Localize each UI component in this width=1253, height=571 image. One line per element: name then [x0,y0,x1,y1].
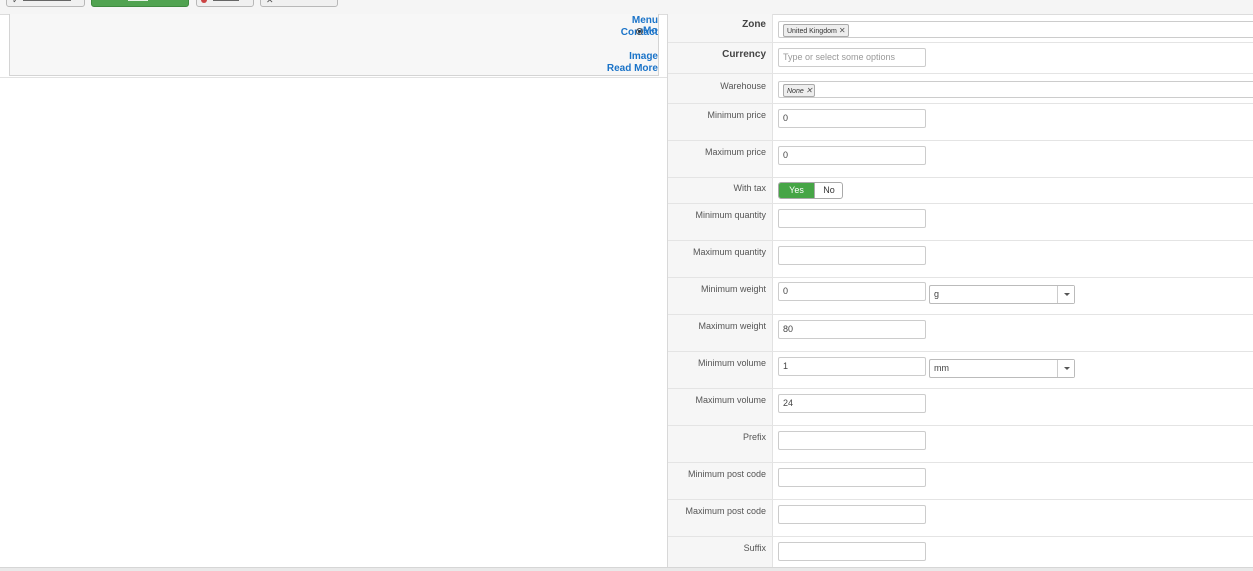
button-label-fragment [128,0,148,1]
prefix-input[interactable] [778,431,926,450]
warehouse-select[interactable]: None ✕ [778,81,1253,98]
help-button[interactable]: ✕ [260,0,338,7]
warehouse-tag-label: None [787,88,804,95]
min-postcode-label: Minimum post code [687,469,766,479]
row-max-postcode: Maximum post code [668,500,1253,537]
row-min-price: Minimum price 0 [668,104,1253,141]
row-warehouse: Warehouse None ✕ [668,74,1253,104]
max-postcode-input[interactable] [778,505,926,524]
suffix-label: Suffix [743,543,766,553]
link-contact[interactable]: Contact [0,27,658,39]
label-cell: Maximum weight [668,315,773,351]
with-tax-no-button[interactable]: No [814,183,842,198]
row-zone: Zone United Kingdom ✕ [668,14,1253,43]
with-tax-label: With tax [733,183,766,193]
label-cell: Suffix [668,537,773,567]
link-read-more[interactable]: Read More [0,63,658,75]
radio-label: Mo [643,25,658,37]
label-cell: Prefix [668,426,773,462]
bottom-border [0,567,1253,571]
label-cell: With tax [668,178,773,203]
row-min-qty: Minimum quantity [668,204,1253,241]
cancel-icon [201,0,207,3]
save-and-close-button[interactable]: ✓ [6,0,85,7]
weight-unit-select[interactable]: g [929,285,1075,304]
max-price-input[interactable]: 0 [778,146,926,165]
label-cell: Maximum quantity [668,241,773,277]
label-cell: Minimum volume [668,352,773,388]
row-min-weight: Minimum weight 0 g [668,278,1253,315]
min-volume-input[interactable]: 1 [778,357,926,376]
label-cell: Zone [668,14,773,42]
remove-tag-icon[interactable]: ✕ [806,86,813,95]
label-cell: Maximum price [668,141,773,177]
restriction-form: Zone United Kingdom ✕ Currency Type or se… [668,14,1253,567]
radio-option[interactable]: Mo [636,25,657,37]
remove-tag-icon[interactable]: ✕ [839,26,846,35]
currency-select[interactable]: Type or select some options [778,48,926,67]
with-tax-toggle: Yes No [778,182,843,199]
zone-tag-label: United Kingdom [787,28,837,35]
row-currency: Currency Type or select some options [668,43,1253,74]
max-volume-input[interactable]: 24 [778,394,926,413]
link-image[interactable]: Image [0,51,658,63]
row-max-price: Maximum price 0 [668,141,1253,178]
prefix-label: Prefix [742,432,766,442]
link-menu[interactable]: Menu [0,15,658,27]
label-cell: Minimum post code [668,463,773,499]
button-label-fragment [23,0,71,1]
divider [0,77,667,78]
label-cell: Currency [668,43,773,73]
zone-select[interactable]: United Kingdom ✕ [778,21,1253,38]
volume-unit-select[interactable]: mm [929,359,1075,378]
max-qty-label: Maximum quantity [692,247,766,257]
label-cell: Minimum weight [668,278,773,314]
max-price-label: Maximum price [704,147,766,157]
warehouse-label: Warehouse [720,81,766,91]
button-label-fragment [213,0,239,1]
toolbar: ✓ ✕ [0,0,1253,15]
row-min-postcode: Minimum post code [668,463,1253,500]
max-postcode-label: Maximum post code [685,506,766,516]
save-button[interactable] [91,0,189,7]
zone-label: Zone [742,19,766,30]
label-cell: Maximum post code [668,500,773,536]
label-cell: Minimum quantity [668,204,773,240]
min-price-input[interactable]: 0 [778,109,926,128]
min-qty-input[interactable] [778,209,926,228]
label-cell: Maximum volume [668,389,773,425]
min-qty-label: Minimum quantity [695,210,766,220]
with-tax-yes-button[interactable]: Yes [779,183,814,198]
min-weight-input[interactable]: 0 [778,282,926,301]
label-cell: Warehouse [668,74,773,103]
check-icon: ✓ [12,0,20,5]
currency-label: Currency [722,49,766,60]
chevron-down-icon [1057,286,1074,303]
row-max-weight: Maximum weight 80 [668,315,1253,352]
suffix-input[interactable] [778,542,926,561]
weight-unit-value: g [934,289,940,299]
min-postcode-input[interactable] [778,468,926,487]
volume-unit-value: mm [934,363,949,373]
warehouse-tag: None ✕ [783,84,816,97]
zone-tag: United Kingdom ✕ [783,24,849,37]
row-max-qty: Maximum quantity [668,241,1253,278]
chevron-down-icon [1057,360,1074,377]
row-max-volume: Maximum volume 24 [668,389,1253,426]
min-volume-label: Minimum volume [697,358,766,368]
row-suffix: Suffix [668,537,1253,567]
max-weight-label: Maximum weight [698,321,766,331]
min-weight-label: Minimum weight [700,284,766,294]
max-weight-input[interactable]: 80 [778,320,926,339]
cancel-button[interactable] [196,0,254,7]
max-qty-input[interactable] [778,246,926,265]
row-with-tax: With tax Yes No [668,178,1253,204]
close-icon: ✕ [266,0,274,5]
max-volume-label: Maximum volume [695,395,766,405]
label-cell: Minimum price [668,104,773,140]
min-price-label: Minimum price [707,110,766,120]
radio-icon [636,27,643,35]
row-prefix: Prefix [668,426,1253,463]
row-min-volume: Minimum volume 1 mm [668,352,1253,389]
